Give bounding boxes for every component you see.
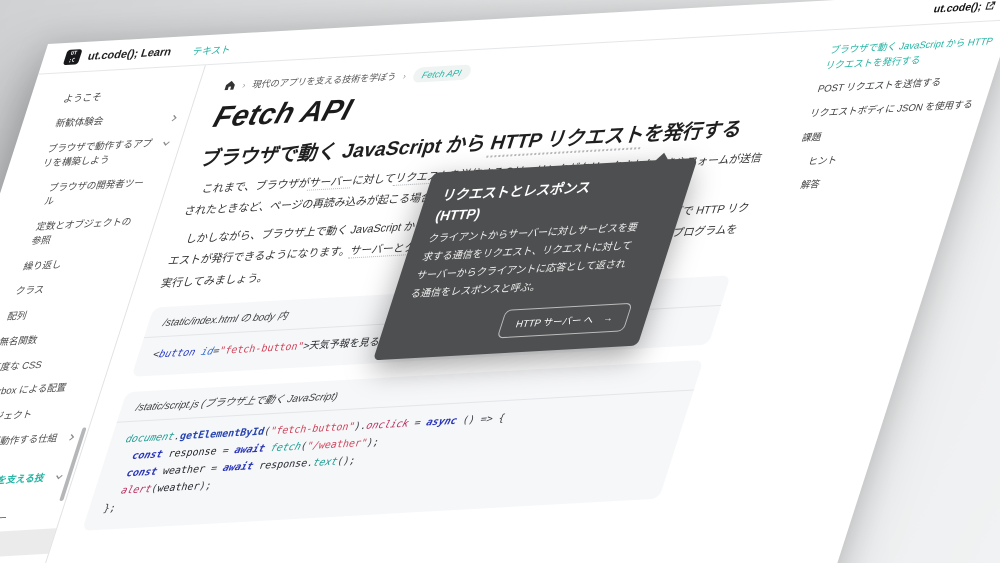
external-link-icon: [984, 1, 996, 11]
heading-text: を発行する: [641, 118, 746, 146]
tooltip-trigger-term[interactable]: HTTP リクエスト: [486, 124, 647, 158]
sidebar-item[interactable]: モジュールバンドラ: [0, 554, 48, 563]
sidebar-item-label: クラス: [14, 285, 46, 298]
sidebar-item-label: 無名関数: [0, 335, 39, 348]
chevron-down-icon[interactable]: [159, 138, 171, 152]
external-site-link[interactable]: ut.code();: [932, 0, 997, 15]
tooltip-body: クライアントからサーバーに対しサービスを要求する通信をリクエスト、リクエストに対…: [408, 219, 645, 304]
brand-title[interactable]: ut.code(); Learn: [86, 46, 173, 63]
toc-item[interactable]: POST リクエストを送信する: [815, 74, 988, 98]
sidebar-item-label: 定数とオブジェクトの参照: [30, 217, 133, 248]
sidebar-item-label: 配列: [5, 311, 28, 323]
chevron-right-icon[interactable]: [65, 432, 77, 446]
sidebar-item-label: ブラウザで動作するアプリを構築しよう: [41, 138, 153, 169]
toc-item[interactable]: ヒント: [792, 147, 965, 171]
nav-link-text[interactable]: テキスト: [191, 41, 233, 57]
tooltip-button-label: HTTP サーバー へ: [514, 312, 596, 331]
code-card-js: /static/script.js (ブラウザ上で動く JavaScript) …: [82, 360, 704, 531]
tooltip-trigger-term[interactable]: サーバー: [307, 175, 354, 191]
tooltip-link-button[interactable]: HTTP サーバー へ →: [497, 303, 633, 339]
sidebar-item-label: 新歓体験会: [54, 116, 105, 130]
sidebar-item-label: サーバーが動作する仕組み: [0, 433, 59, 464]
arrow-right-icon: →: [602, 312, 615, 324]
app-window: UT;C ut.code(); Learn テキスト ut.code(); よう…: [0, 0, 1000, 563]
tooltip-arrow: [655, 152, 672, 161]
utcode-logo-icon[interactable]: UT;C: [63, 49, 83, 65]
sidebar-item-label: 現代のアプリを支える技術を学ぼう: [0, 472, 46, 503]
sidebar-item-label: HTTP サーバー: [0, 513, 8, 528]
external-link-label: ut.code();: [932, 0, 984, 15]
breadcrumb-separator: ›: [402, 70, 408, 80]
sidebar-item-label: ブラウザの開発者ツール: [42, 177, 145, 208]
sidebar-item-label: 高度な CSS: [0, 359, 43, 373]
paragraph-text: これまで、ブラウザが: [200, 178, 311, 196]
sidebar-item-label: Flexbox による配置: [0, 383, 68, 399]
breadcrumb-current-chip: Fetch API: [411, 64, 473, 82]
sidebar-item-label: オブジェクト: [0, 410, 34, 424]
chevron-down-icon[interactable]: [52, 472, 64, 486]
toc-item[interactable]: ブラウザで動く JavaScript から HTTP リクエストを発行する: [823, 35, 1000, 74]
toc-item[interactable]: リクエストボディに JSON を使用する: [807, 98, 980, 122]
sidebar-item-label: ようこそ: [62, 91, 104, 104]
breadcrumb-section[interactable]: 現代のアプリを支える技術を学ぼう: [251, 69, 399, 90]
toc-item[interactable]: 課題: [799, 122, 972, 146]
chevron-right-icon[interactable]: [167, 113, 179, 127]
background: UT;C ut.code(); Learn テキスト ut.code(); よう…: [0, 0, 1000, 563]
breadcrumb-separator: ›: [241, 79, 247, 89]
home-icon[interactable]: [223, 79, 238, 91]
sidebar-item-label: 繰り返し: [22, 259, 64, 272]
toc-item[interactable]: 解答: [784, 171, 957, 195]
paragraph-text: に対して: [350, 173, 397, 188]
tooltip-title: リクエストとレスポンス (HTTP): [433, 176, 621, 226]
